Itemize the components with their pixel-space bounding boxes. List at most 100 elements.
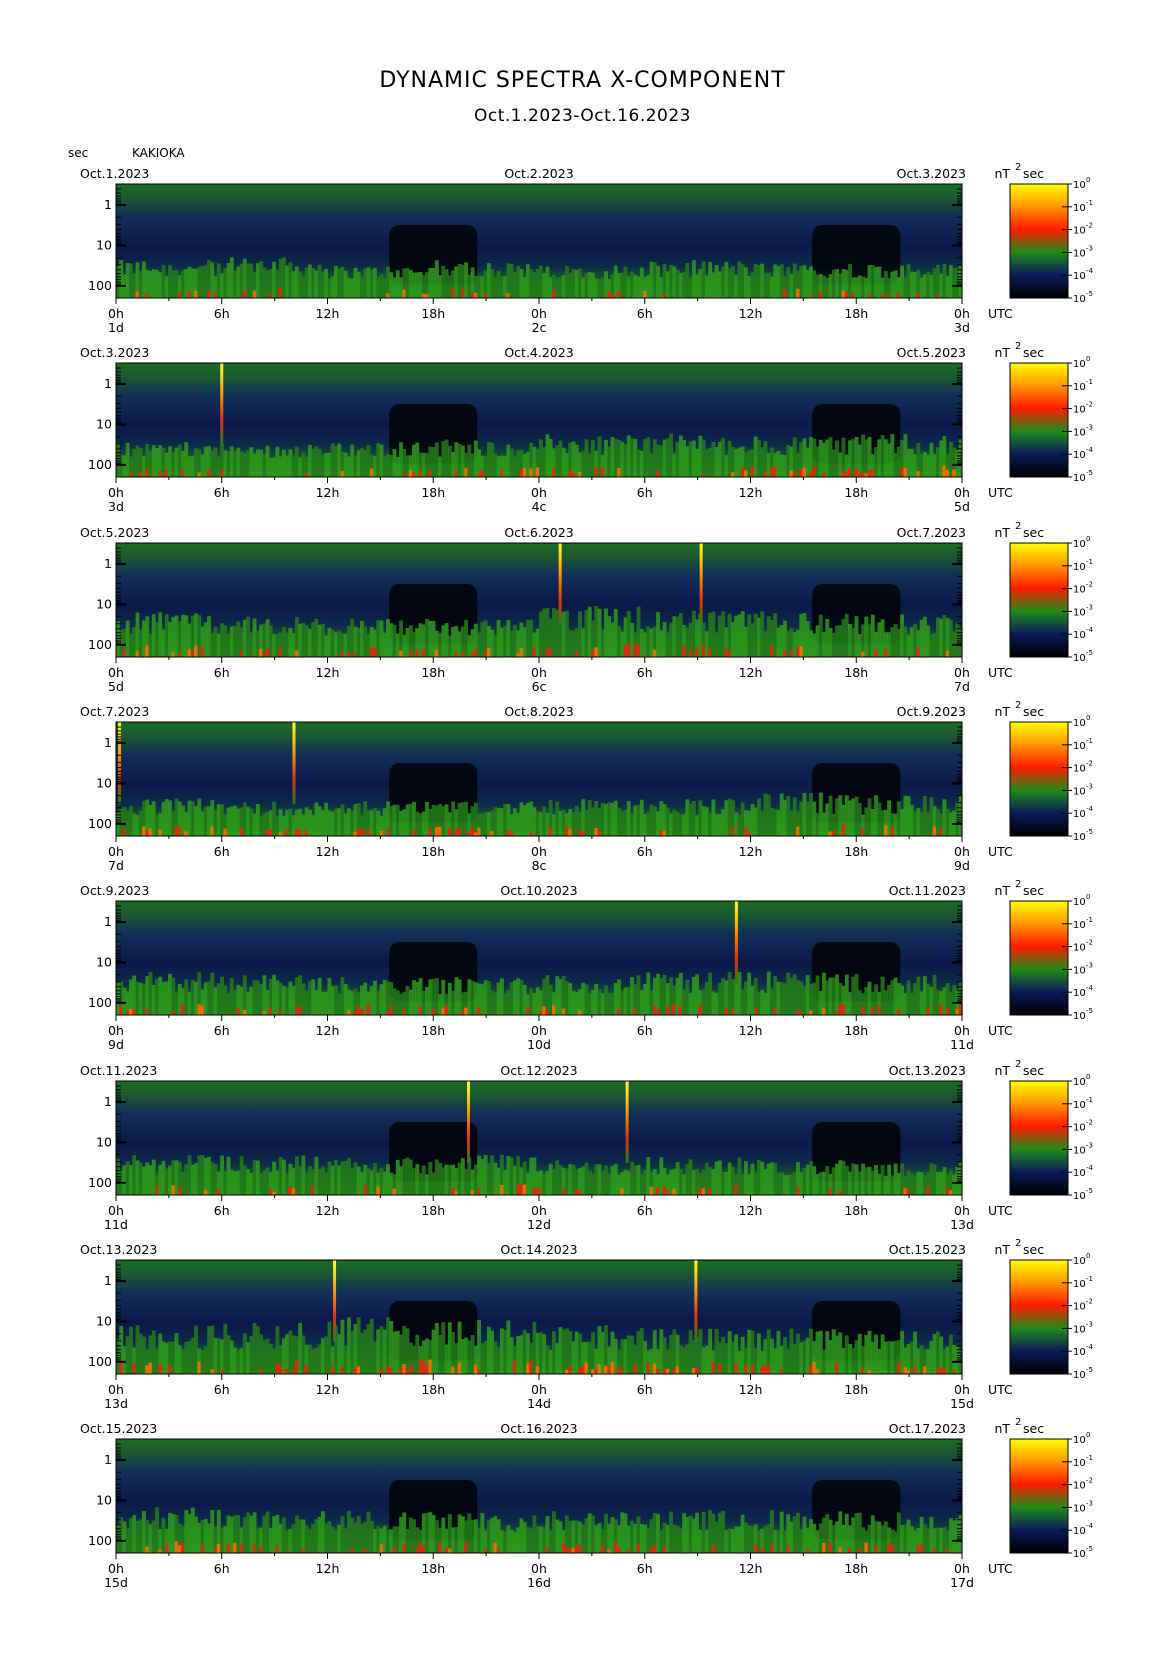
day-label-start: 7d — [108, 858, 124, 873]
x-tick-label: 18h — [421, 306, 445, 321]
x-tick-label: 18h — [844, 1023, 868, 1038]
colorbar-tick-label: 10 — [1073, 1123, 1086, 1134]
colorbar-unit-exponent: 2 — [1015, 1238, 1021, 1249]
x-tick-label: 12h — [739, 1203, 763, 1218]
colorbar-tick-label: 10 — [1073, 1145, 1086, 1156]
x-tick-label: 0h — [531, 844, 547, 859]
colorbar — [1009, 183, 1069, 299]
x-tick-label: 18h — [844, 844, 868, 859]
colorbar-tick-exponent: -2 — [1086, 222, 1093, 230]
y-tick-label: 1 — [104, 914, 112, 929]
x-axis-unit: UTC — [988, 1561, 1013, 1576]
day-label-end: 13d — [950, 1217, 974, 1232]
day-label-start: 5d — [108, 679, 124, 694]
colorbar-tick-exponent: -5 — [1086, 290, 1093, 298]
colorbar-tick-label: 10 — [1073, 405, 1086, 416]
colorbar-tick-exponent: -1 — [1086, 378, 1093, 386]
panel-date-left: Oct.1.2023 — [80, 166, 149, 181]
colorbar-unit: nT — [994, 525, 1010, 540]
colorbar-tick-exponent: -1 — [1086, 737, 1093, 745]
panel-date-right: Oct.9.2023 — [897, 704, 966, 719]
colorbar-tick-exponent: -5 — [1086, 1187, 1093, 1195]
colorbar-tick-label: 10 — [1073, 248, 1086, 259]
colorbar-tick-exponent: 0 — [1086, 1252, 1090, 1260]
x-axis-unit: UTC — [988, 1023, 1013, 1038]
x-axis-unit: UTC — [988, 1382, 1013, 1397]
colorbar-tick-label: 10 — [1073, 203, 1086, 214]
colorbar-tick-label: 10 — [1073, 1100, 1086, 1111]
colorbar-unit: nT — [994, 1063, 1010, 1078]
x-tick-label: 0h — [531, 306, 547, 321]
x-tick-label: 0h — [531, 665, 547, 680]
day-label-mid: 2c — [532, 320, 547, 335]
y-tick-label: 100 — [88, 995, 112, 1010]
x-tick-label: 0h — [108, 1203, 124, 1218]
day-label-start: 13d — [104, 1396, 128, 1411]
colorbar-unit: nT — [994, 883, 1010, 898]
x-tick-label: 12h — [316, 1561, 340, 1576]
panel-date-right: Oct.11.2023 — [889, 883, 966, 898]
colorbar-tick-exponent: -4 — [1086, 446, 1094, 454]
spectra-panel: 1101000h 6h 12h 18h 0h 6h 12h 18h 0h UTC9d 10d 11dO… — [80, 879, 1094, 1052]
colorbar-tick-exponent: -1 — [1086, 916, 1093, 924]
colorbar-tick-label: 10 — [1073, 897, 1086, 908]
y-tick-label: 10 — [96, 237, 112, 252]
day-label-start: 15d — [104, 1575, 128, 1590]
colorbar-tick-label: 10 — [1073, 1324, 1086, 1335]
colorbar-tick-label: 10 — [1073, 1279, 1086, 1290]
colorbar-tick-exponent: -1 — [1086, 1096, 1093, 1104]
y-tick-label: 10 — [96, 954, 112, 969]
y-tick-label: 1 — [104, 1273, 112, 1288]
colorbar-tick-exponent: -5 — [1086, 1007, 1093, 1015]
panel-date-right: Oct.17.2023 — [889, 1421, 966, 1436]
panel-date-right: Oct.13.2023 — [889, 1063, 966, 1078]
day-label-end: 3d — [954, 320, 970, 335]
x-tick-label: 0h — [954, 1203, 970, 1218]
colorbar-tick-exponent: -1 — [1086, 1454, 1093, 1462]
colorbar-tick-exponent: -5 — [1086, 469, 1093, 477]
y-tick-label: 10 — [96, 775, 112, 790]
panel-date-left: Oct.11.2023 — [80, 1063, 157, 1078]
colorbar-tick-label: 10 — [1073, 832, 1086, 843]
x-tick-label: 0h — [954, 485, 970, 500]
x-tick-label: 0h — [531, 1023, 547, 1038]
colorbar-tick-exponent: 0 — [1086, 355, 1090, 363]
colorbar-tick-label: 10 — [1073, 1526, 1086, 1537]
x-tick-label: 0h — [954, 665, 970, 680]
x-axis-unit: UTC — [988, 1203, 1013, 1218]
x-tick-label: 6h — [637, 844, 653, 859]
spectra-chart: 1101000h 6h 12h 18h 0h 6h 12h 18h 0h UTC1d 2c 3dOct… — [80, 162, 1094, 1590]
colorbar-tick-exponent: 0 — [1086, 1431, 1090, 1439]
y-tick-label: 1 — [104, 1452, 112, 1467]
colorbar-tick-exponent: -2 — [1086, 581, 1093, 589]
colorbar-tick-exponent: 0 — [1086, 893, 1090, 901]
y-tick-label: 1 — [104, 1094, 112, 1109]
impulse-spike — [694, 1260, 698, 1343]
colorbar-tick-label: 10 — [1073, 718, 1086, 729]
colorbar-tick-exponent: -5 — [1086, 1366, 1093, 1374]
colorbar-unit-sec: sec — [1023, 525, 1044, 540]
colorbar-tick-label: 10 — [1073, 585, 1086, 596]
colorbar-tick-exponent: -1 — [1086, 199, 1093, 207]
colorbar-tick-label: 10 — [1073, 920, 1086, 931]
day-label-end: 11d — [950, 1037, 974, 1052]
colorbar-tick-label: 10 — [1073, 1302, 1086, 1313]
panel-date-mid: Oct.16.2023 — [500, 1421, 577, 1436]
colorbar-tick-label: 10 — [1073, 382, 1086, 393]
impulse-spike — [467, 1081, 470, 1164]
day-label-mid: 14d — [527, 1396, 551, 1411]
spectra-panel: 1101000h 6h 12h 18h 0h 6h 12h 18h 0h UTC11d 12d 13d… — [80, 1059, 1094, 1232]
x-tick-label: 0h — [108, 665, 124, 680]
x-tick-label: 12h — [316, 1203, 340, 1218]
impulse-spike — [699, 543, 703, 626]
colorbar-tick-label: 10 — [1073, 764, 1086, 775]
colorbar-tick-exponent: -2 — [1086, 939, 1093, 947]
colorbar-tick-label: 10 — [1073, 271, 1086, 282]
colorbar-tick-exponent: -3 — [1086, 1141, 1093, 1149]
colorbar-tick-label: 10 — [1073, 1077, 1086, 1088]
day-label-start: 1d — [108, 320, 124, 335]
colorbar-tick-label: 10 — [1073, 653, 1086, 664]
panel-date-left: Oct.9.2023 — [80, 883, 149, 898]
x-tick-label: 18h — [844, 1203, 868, 1218]
panel-date-left: Oct.13.2023 — [80, 1242, 157, 1257]
